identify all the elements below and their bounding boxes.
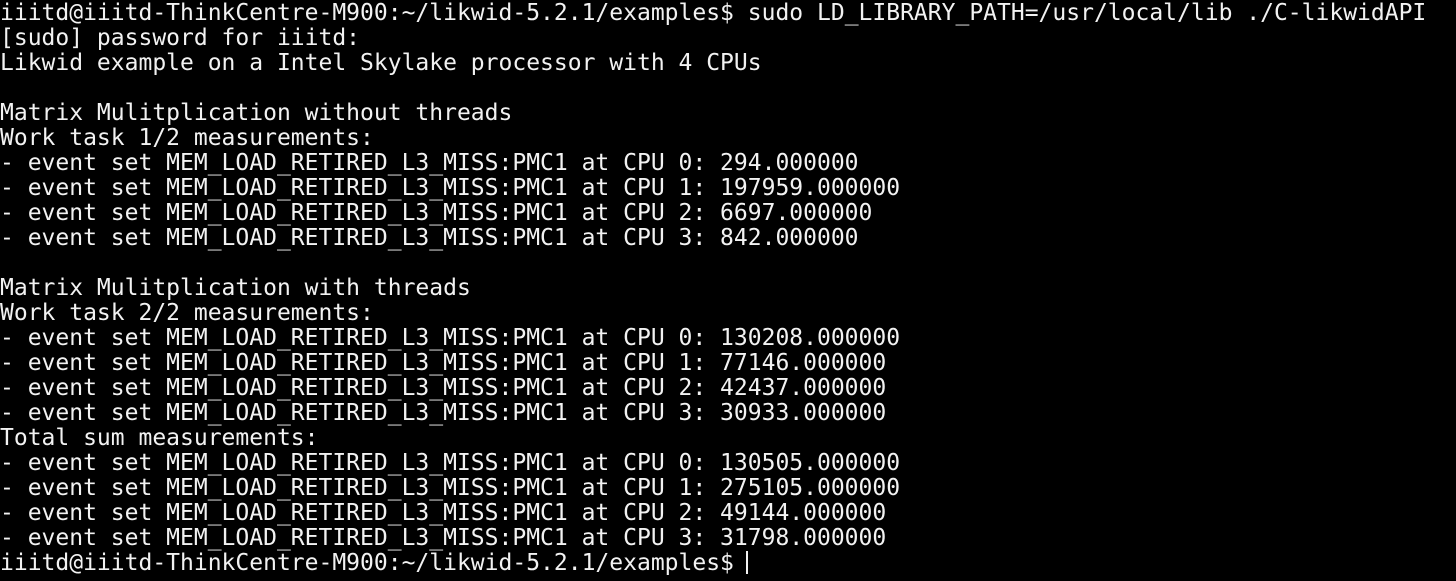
output-line: - event set MEM_LOAD_RETIRED_L3_MISS:PMC…	[0, 201, 873, 226]
output-line: - event set MEM_LOAD_RETIRED_L3_MISS:PMC…	[0, 476, 901, 501]
output-line: Total sum measurements:	[0, 426, 319, 451]
output-line: [sudo] password for iiitd:	[0, 26, 361, 51]
output-line: - event set MEM_LOAD_RETIRED_L3_MISS:PMC…	[0, 226, 859, 251]
shell-prompt: iiitd@iiitd-ThinkCentre-M900:~/likwid-5.…	[0, 551, 734, 576]
output-line: - event set MEM_LOAD_RETIRED_L3_MISS:PMC…	[0, 326, 901, 351]
output-line: - event set MEM_LOAD_RETIRED_L3_MISS:PMC…	[0, 501, 887, 526]
output-line: Work task 1/2 measurements:	[0, 126, 374, 151]
shell-prompt: iiitd@iiitd-ThinkCentre-M900:~/likwid-5.…	[0, 1, 734, 26]
output-line: - event set MEM_LOAD_RETIRED_L3_MISS:PMC…	[0, 376, 887, 401]
output-line: - event set MEM_LOAD_RETIRED_L3_MISS:PMC…	[0, 526, 887, 551]
text-cursor	[745, 551, 748, 574]
output-line: - event set MEM_LOAD_RETIRED_L3_MISS:PMC…	[0, 401, 887, 426]
output-line: - event set MEM_LOAD_RETIRED_L3_MISS:PMC…	[0, 351, 887, 376]
output-line: Likwid example on a Intel Skylake proces…	[0, 51, 762, 76]
output-line: - event set MEM_LOAD_RETIRED_L3_MISS:PMC…	[0, 176, 901, 201]
command-line: iiitd@iiitd-ThinkCentre-M900:~/likwid-5.…	[0, 1, 1456, 26]
output-line: Matrix Mulitplication without threads	[0, 101, 513, 126]
command-text: sudo LD_LIBRARY_PATH=/usr/local/lib ./C-…	[747, 1, 1427, 26]
terminal-window[interactable]: iiitd@iiitd-ThinkCentre-M900:~/likwid-5.…	[0, 0, 1456, 581]
prompt-line[interactable]: iiitd@iiitd-ThinkCentre-M900:~/likwid-5.…	[0, 551, 1456, 576]
output-line: - event set MEM_LOAD_RETIRED_L3_MISS:PMC…	[0, 451, 901, 476]
output-line: - event set MEM_LOAD_RETIRED_L3_MISS:PMC…	[0, 151, 859, 176]
output-line: Matrix Mulitplication with threads	[0, 276, 471, 301]
output-line: Work task 2/2 measurements:	[0, 301, 374, 326]
